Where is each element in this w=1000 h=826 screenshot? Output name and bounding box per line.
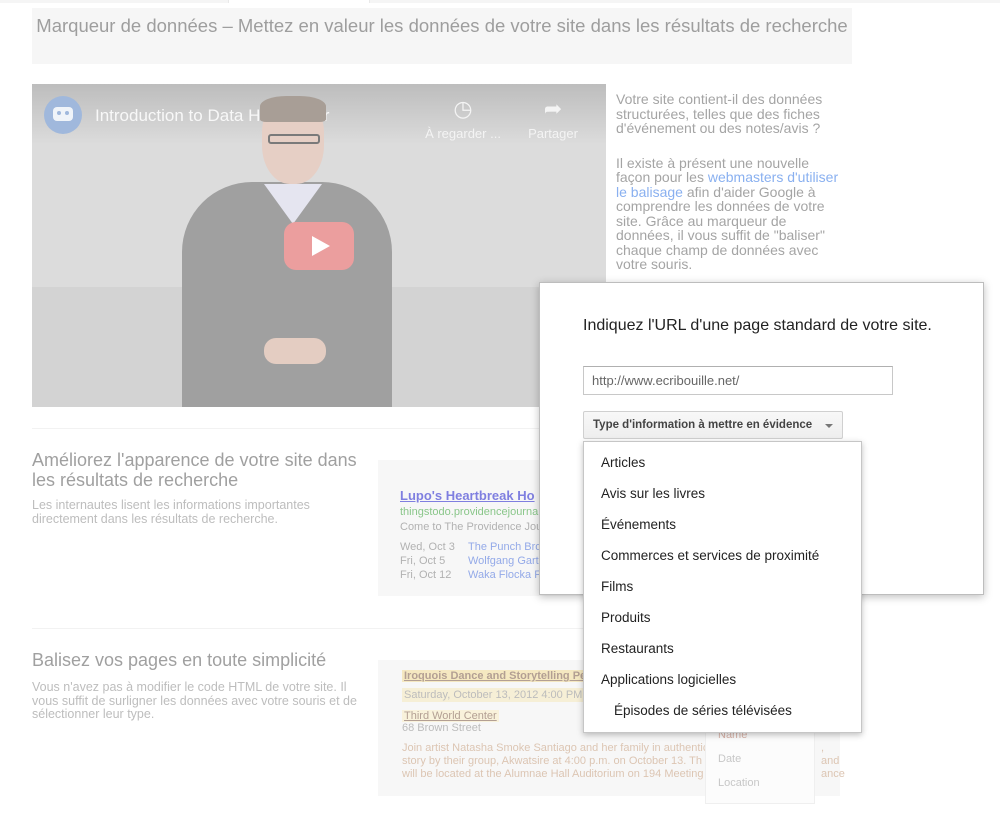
data-type-dropdown[interactable]: Type d'information à mettre en évidence — [583, 411, 844, 439]
menu-item-products[interactable]: Produits — [584, 602, 861, 633]
data-type-menu: Articles Avis sur les livres Événements … — [583, 441, 862, 733]
menu-item-restaurants[interactable]: Restaurants — [584, 633, 861, 664]
data-type-dropdown-label: Type d'information à mettre en évidence — [593, 419, 813, 431]
menu-item-tv-episodes[interactable]: Épisodes de séries télévisées — [584, 695, 861, 726]
menu-item-local-businesses[interactable]: Commerces et services de proximité — [584, 540, 861, 571]
page: Marqueur de données – Mettez en valeur l… — [0, 0, 1000, 826]
url-input[interactable] — [583, 366, 893, 395]
menu-item-book-reviews[interactable]: Avis sur les livres — [584, 478, 861, 509]
menu-item-software-applications[interactable]: Applications logicielles — [584, 664, 861, 695]
dialog-title: Indiquez l'URL d'une page standard de vo… — [583, 317, 932, 334]
menu-item-articles[interactable]: Articles — [584, 447, 861, 478]
menu-item-events[interactable]: Événements — [584, 509, 861, 540]
chevron-down-icon — [825, 424, 834, 428]
menu-item-movies[interactable]: Films — [584, 571, 861, 602]
